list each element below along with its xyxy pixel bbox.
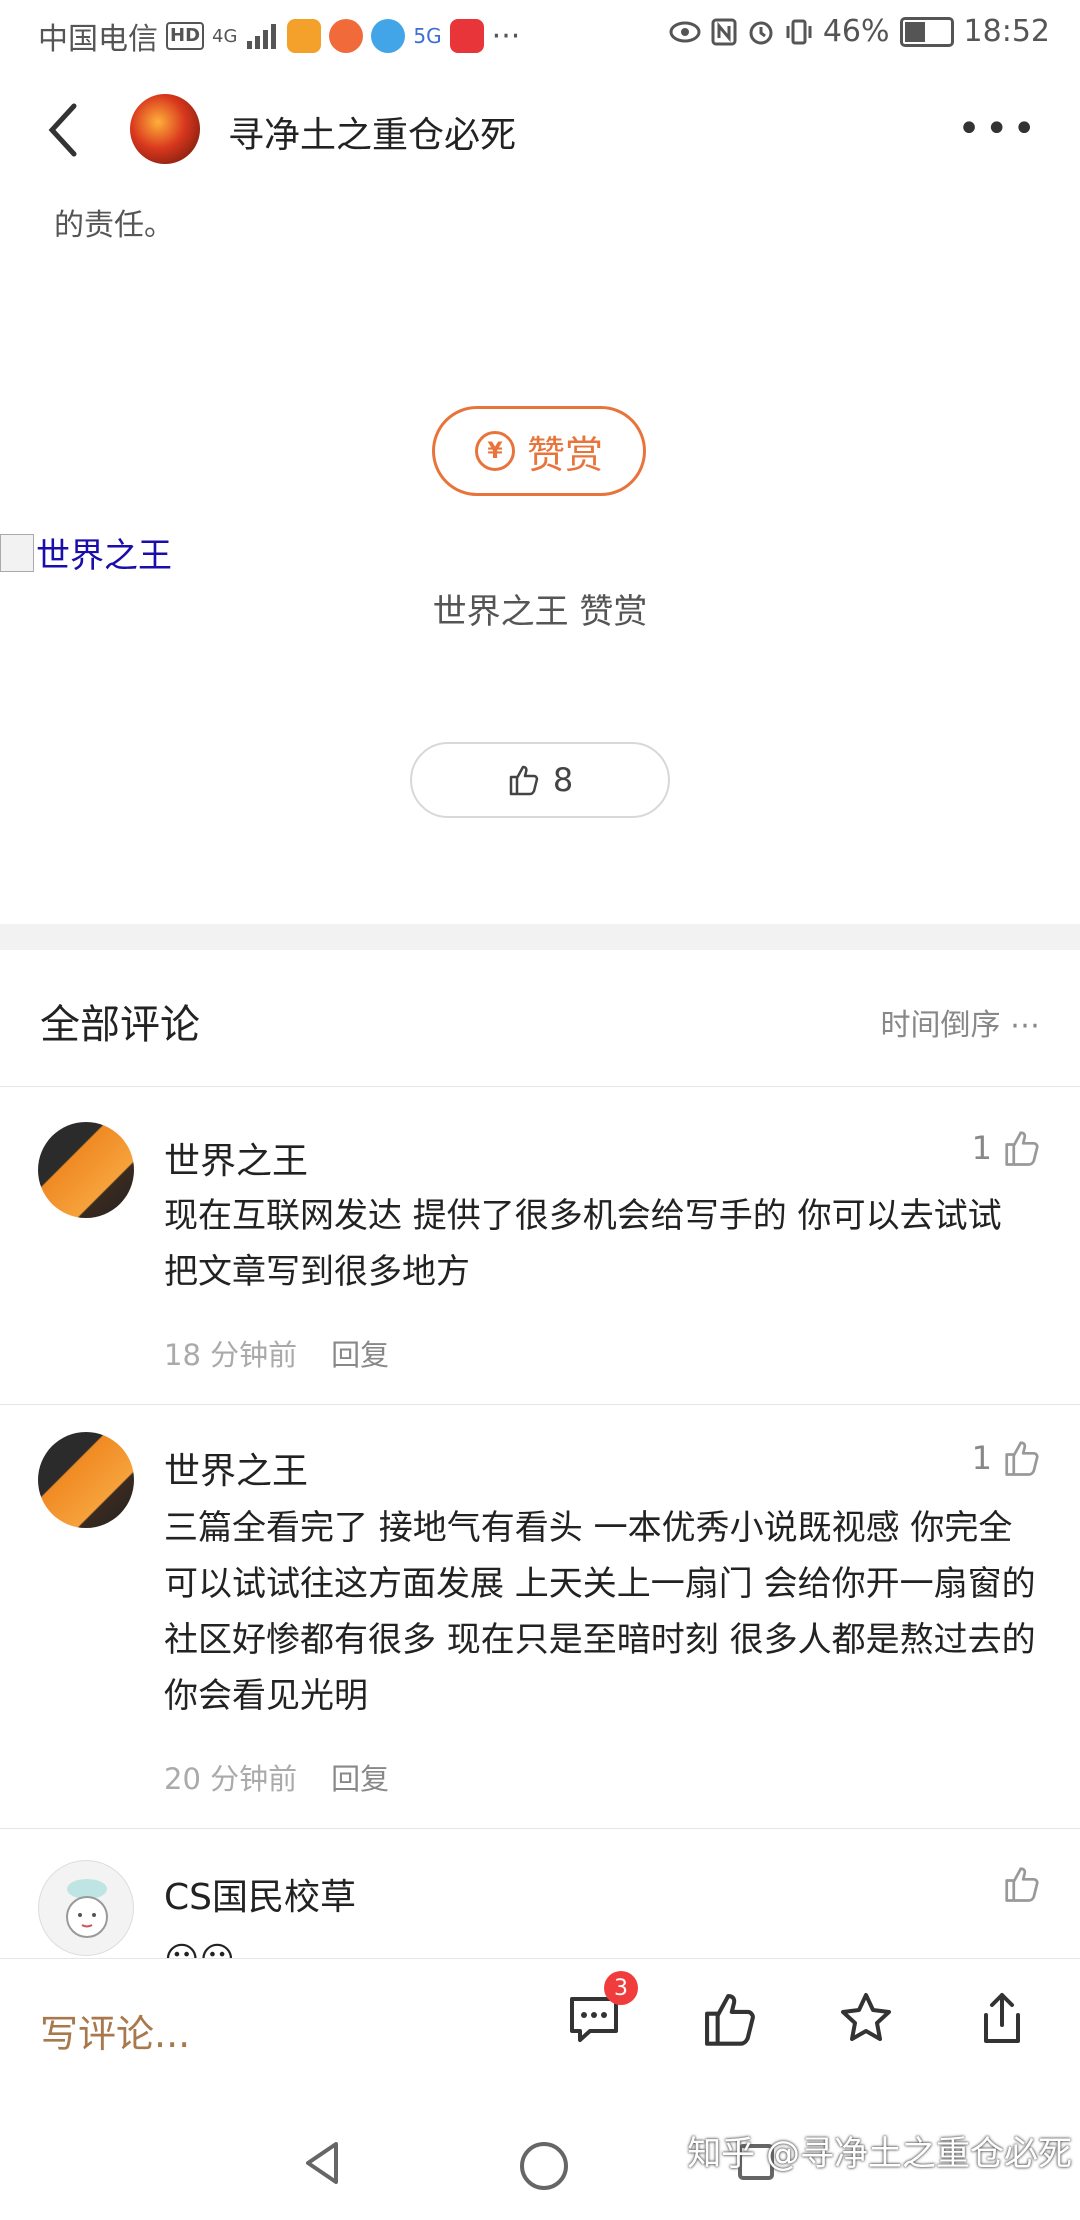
app-notification-icon [287,19,322,53]
article-text: 的责任。 [54,208,174,243]
bottom-action-bar: 写评论... 3 [0,1958,1080,2079]
star-icon [841,1993,891,2041]
battery-percent: 46% [822,14,890,49]
top-nav: 寻净土之重仓必死 ••• [0,64,1080,194]
tipper-image-alt: 世界之王 [36,536,172,576]
like-count: 8 [552,761,574,799]
alarm-icon [749,21,773,44]
share-icon [984,1993,1020,2043]
fiveg-icon: 5G [413,24,442,48]
app-notification-icon [329,19,364,53]
section-divider [0,924,1080,950]
more-options-icon[interactable]: ••• [957,109,1040,149]
comments-header: 全部评论 时间倒序 ⋯ [0,950,1080,1087]
coin-icon: ¥ [474,431,515,471]
comment-meta: 20 分钟前 回复 [164,1756,389,1798]
nav-home-icon[interactable] [520,2142,568,2190]
thumbs-up-icon [705,1994,755,2046]
broken-image-icon [0,533,34,572]
write-comment-input[interactable]: 写评论... [40,2003,190,2058]
system-nav-bar: 知乎 @寻净土之重仓必死 [0,2078,1080,2220]
share-button[interactable] [972,1989,1032,2049]
comment-meta: 18 分钟前 回复 [164,1332,389,1374]
comment-text: 现在互联网发达 提供了很多机会给写手的 你可以去试试 把文章写到很多地方 [164,1196,1002,1292]
commenter-avatar[interactable] [38,1860,134,1956]
comment-count-badge: 3 [604,1971,638,2005]
commenter-name[interactable]: CS国民校草 [164,1868,356,1920]
commenter-name[interactable]: 世界之王 [164,1442,308,1494]
comments-button[interactable]: 3 [564,1971,638,2049]
app-notification-icon [449,19,484,53]
commenter-name[interactable]: 世界之王 [164,1132,308,1184]
comment-like-count: 1 [971,1439,992,1477]
thumbs-up-icon [509,765,539,796]
carrier-label: 中国电信 [38,22,158,57]
author-avatar[interactable] [130,94,200,164]
comment-text: 三篇全看完了 接地气有看头 一本优秀小说既视感 你完全可以试试往这方面发展 上天… [164,1508,1036,1716]
tip-button[interactable]: ¥ 赞赏 [432,406,646,496]
back-arrow-icon[interactable] [44,100,84,160]
thumbs-up-icon [1005,1867,1039,1902]
comment-time: 18 分钟前 [164,1338,298,1372]
vibrate-icon [786,19,812,44]
more-notifications-icon: ··· [491,18,521,54]
comment-time: 20 分钟前 [164,1762,298,1796]
thumbs-up-icon [1005,1441,1039,1476]
comment-like-button[interactable]: 1 [972,1438,1042,1478]
comments-title: 全部评论 [40,1002,200,1048]
status-bar: 中国电信 HD 4G 5G ··· 46% 18:52 [0,0,1080,64]
reply-button[interactable]: 回复 [331,1756,389,1798]
signal-icon [247,24,277,49]
clock-time: 18:52 [963,14,1050,49]
tip-record: 世界之王 赞赏 [432,592,648,632]
thumbs-up-icon [1005,1131,1039,1166]
eye-icon [669,21,701,42]
comment-item: 世界之王 1 三篇全看完了 接地气有看头 一本优秀小说既视感 你完全可以试试往这… [0,1404,1080,1829]
tipper-avatar-image[interactable]: 世界之王 [0,528,172,577]
nfc-icon [711,18,737,45]
reply-button[interactable]: 回复 [331,1332,389,1374]
tip-button-label: 赞赏 [526,432,603,477]
app-notification-icon [371,19,406,53]
comment-item: 世界之王 1 现在互联网发达 提供了很多机会给写手的 你可以去试试 把文章写到很… [0,1086,1080,1405]
hd-icon: HD [166,22,205,50]
comment-like-button[interactable] [992,1864,1042,1904]
comment-like-button[interactable]: 1 [972,1128,1042,1168]
commenter-avatar[interactable] [38,1122,134,1218]
comment-text: 😀😀 [164,1932,1044,1958]
sort-selector[interactable]: 时间倒序 ⋯ [880,1000,1040,1044]
nav-back-icon[interactable] [302,2140,342,2186]
cartoon-face-icon [66,1879,108,1938]
author-name[interactable]: 寻净土之重仓必死 [228,106,516,158]
watermark: 知乎 @寻净土之重仓必死 [687,2134,1072,2174]
comment-like-count: 1 [971,1129,992,1167]
article-like-button[interactable]: 8 [410,742,670,818]
commenter-avatar[interactable] [38,1432,134,1528]
comment-item: CS国民校草 😀😀 [0,1828,1080,1958]
network-label: 4G [212,25,238,47]
favorite-button[interactable] [836,1989,896,2049]
battery-icon [899,16,954,47]
like-button[interactable] [700,1989,760,2049]
